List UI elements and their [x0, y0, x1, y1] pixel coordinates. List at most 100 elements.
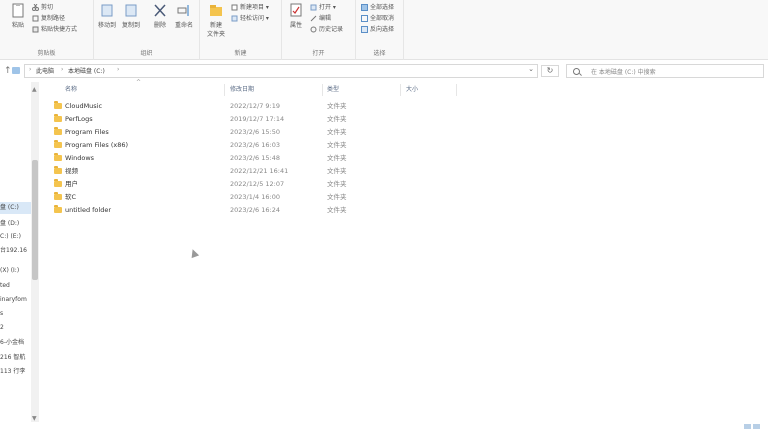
computer-icon [12, 67, 20, 74]
edit-button[interactable]: 编辑 [310, 14, 331, 23]
search-input[interactable]: 在 本地磁盘 (C:) 中搜索 [566, 64, 764, 78]
breadcrumb-chevron-icon: › [29, 66, 32, 73]
column-divider[interactable] [224, 84, 225, 96]
table-row[interactable]: Program Files 2023/2/6 15:50 文件夹 [42, 126, 462, 139]
column-divider[interactable] [456, 84, 457, 96]
properties-label: 属性 [289, 22, 302, 29]
select-all-button[interactable]: 全部选择 [361, 3, 394, 12]
nav-item-drive-d[interactable]: 盘 (D:) [0, 218, 32, 230]
folder-icon [54, 166, 62, 174]
properties-button[interactable]: 属性 [284, 2, 308, 29]
column-divider[interactable] [400, 84, 401, 96]
table-row[interactable]: Windows 2023/2/6 15:48 文件夹 [42, 152, 462, 165]
table-row[interactable]: untitled folder 2023/2/6 16:24 文件夹 [42, 204, 462, 217]
nav-item-s[interactable]: s [0, 308, 32, 320]
new-folder-button[interactable]: 新建 文件夹 [204, 2, 228, 38]
nav-item-folder-216[interactable]: 216 智航 [0, 352, 32, 364]
file-name: 用户 [65, 180, 78, 188]
file-type: 文件夹 [327, 141, 347, 149]
table-row[interactable]: Program Files (x86) 2023/2/6 16:03 文件夹 [42, 139, 462, 152]
column-header-date[interactable]: 修改日期 [230, 83, 254, 97]
open-label: 打开 ▾ [319, 4, 336, 11]
column-header-type[interactable]: 类型 [327, 83, 339, 97]
file-name: untitled folder [65, 206, 112, 214]
large-icons-view-icon[interactable] [753, 424, 760, 429]
nav-item-binaryform[interactable]: inaryfom [0, 294, 32, 306]
folder-icon [54, 153, 62, 161]
rename-button[interactable]: 重命名 [172, 2, 196, 29]
file-date: 2023/2/6 16:24 [230, 206, 280, 214]
view-toggle[interactable] [742, 423, 762, 429]
history-icon [310, 26, 317, 33]
copy-to-button[interactable]: 复制到 [119, 2, 143, 29]
easy-access-button[interactable]: 轻松访问 ▾ [231, 14, 269, 23]
invert-selection-button[interactable]: 反向选择 [361, 25, 394, 34]
organize-group: 移动到 复制到 删除 重命名 组织 [94, 0, 200, 60]
history-label: 历史记录 [319, 26, 344, 33]
properties-icon [289, 2, 303, 18]
scroll-up-icon[interactable]: ▲ [32, 86, 37, 93]
refresh-icon: ↻ [546, 66, 554, 75]
new-group: 新建 文件夹 新建项目 ▾ 轻松访问 ▾ 新建 [200, 0, 282, 60]
move-to-label: 移动到 [97, 22, 116, 29]
open-button[interactable]: 打开 ▾ [310, 3, 336, 12]
breadcrumb-local-disk[interactable]: 本地磁盘 (C:) [68, 66, 105, 75]
column-header-size[interactable]: 大小 [406, 83, 418, 97]
copy-path-icon [32, 15, 39, 22]
paste-label: 粘贴 [11, 22, 24, 29]
select-none-button[interactable]: 全部取消 [361, 14, 394, 23]
refresh-button[interactable]: ↻ [541, 65, 559, 77]
folder-icon [54, 127, 62, 135]
table-row[interactable]: 视频 2022/12/21 16:41 文件夹 [42, 165, 462, 178]
table-row[interactable]: 软C 2023/1/4 16:00 文件夹 [42, 191, 462, 204]
folder-icon [54, 114, 62, 122]
copy-path-button[interactable]: 复制路径 [32, 14, 65, 23]
nav-scrollbar[interactable]: ▲ ▼ [31, 82, 39, 422]
select-group: 全部选择 全部取消 反向选择 选择 [356, 0, 404, 60]
nav-item-folder-113[interactable]: 113 行李 [0, 366, 32, 378]
select-group-label: 选择 [373, 50, 386, 57]
address-bar[interactable]: › 此电脑 › 本地磁盘 (C:) › ⌄ [24, 64, 538, 78]
file-type: 文件夹 [327, 193, 347, 201]
nav-item-drive-c[interactable]: 盘 (C:) [0, 202, 32, 214]
breadcrumb-this-pc[interactable]: 此电脑 [36, 66, 54, 75]
cut-button[interactable]: 剪切 [32, 3, 53, 12]
paste-shortcut-button[interactable]: 粘贴快捷方式 [32, 25, 77, 34]
nav-scroll-thumb[interactable] [32, 160, 38, 280]
nav-item-drive-e[interactable]: C:) (E:) [0, 231, 32, 243]
delete-label: 删除 [153, 22, 166, 29]
delete-icon [153, 2, 167, 18]
clipboard-icon [11, 2, 25, 18]
details-view-icon[interactable] [744, 424, 751, 429]
edit-icon [310, 15, 317, 22]
folder-icon [54, 179, 62, 187]
nav-item-folder-6[interactable]: 6-小金档 [0, 337, 32, 349]
file-type: 文件夹 [327, 206, 347, 214]
clipboard-group: 粘贴 剪切 复制路径 粘贴快捷方式 剪贴板 [0, 0, 94, 60]
nav-item-drive-i[interactable]: (X) (I:) [0, 265, 32, 277]
new-item-button[interactable]: 新建项目 ▾ [231, 3, 269, 12]
table-row[interactable]: CloudMusic 2022/12/7 9:19 文件夹 [42, 100, 462, 113]
paste-button[interactable]: 粘贴 [6, 2, 30, 29]
nav-item-network[interactable]: 台192.16 [0, 245, 32, 257]
delete-button[interactable]: 删除 [148, 2, 172, 29]
ribbon: 粘贴 剪切 复制路径 粘贴快捷方式 剪贴板 移动到 复制到 删除 重命名 组织 … [0, 0, 768, 60]
select-none-icon [361, 15, 368, 22]
file-type: 文件夹 [327, 180, 347, 188]
scroll-down-icon[interactable]: ▼ [32, 415, 37, 422]
move-to-button[interactable]: 移动到 [95, 2, 119, 29]
rename-icon [177, 2, 191, 18]
column-divider[interactable] [322, 84, 323, 96]
file-name: PerfLogs [65, 115, 93, 123]
history-button[interactable]: 历史记录 [310, 25, 343, 34]
nav-item-2[interactable]: 2 [0, 322, 32, 334]
paste-shortcut-icon [32, 26, 39, 33]
nav-up-icon[interactable]: ↑ [4, 66, 12, 76]
table-row[interactable]: 用户 2022/12/5 12:07 文件夹 [42, 178, 462, 191]
file-type: 文件夹 [327, 128, 347, 136]
sort-caret-icon: ^ [136, 79, 142, 86]
column-header-name[interactable]: 名称 [65, 83, 77, 97]
nav-item-ted[interactable]: ted [0, 280, 32, 292]
address-dropdown-icon[interactable]: ⌄ [528, 65, 534, 73]
table-row[interactable]: PerfLogs 2019/12/7 17:14 文件夹 [42, 113, 462, 126]
